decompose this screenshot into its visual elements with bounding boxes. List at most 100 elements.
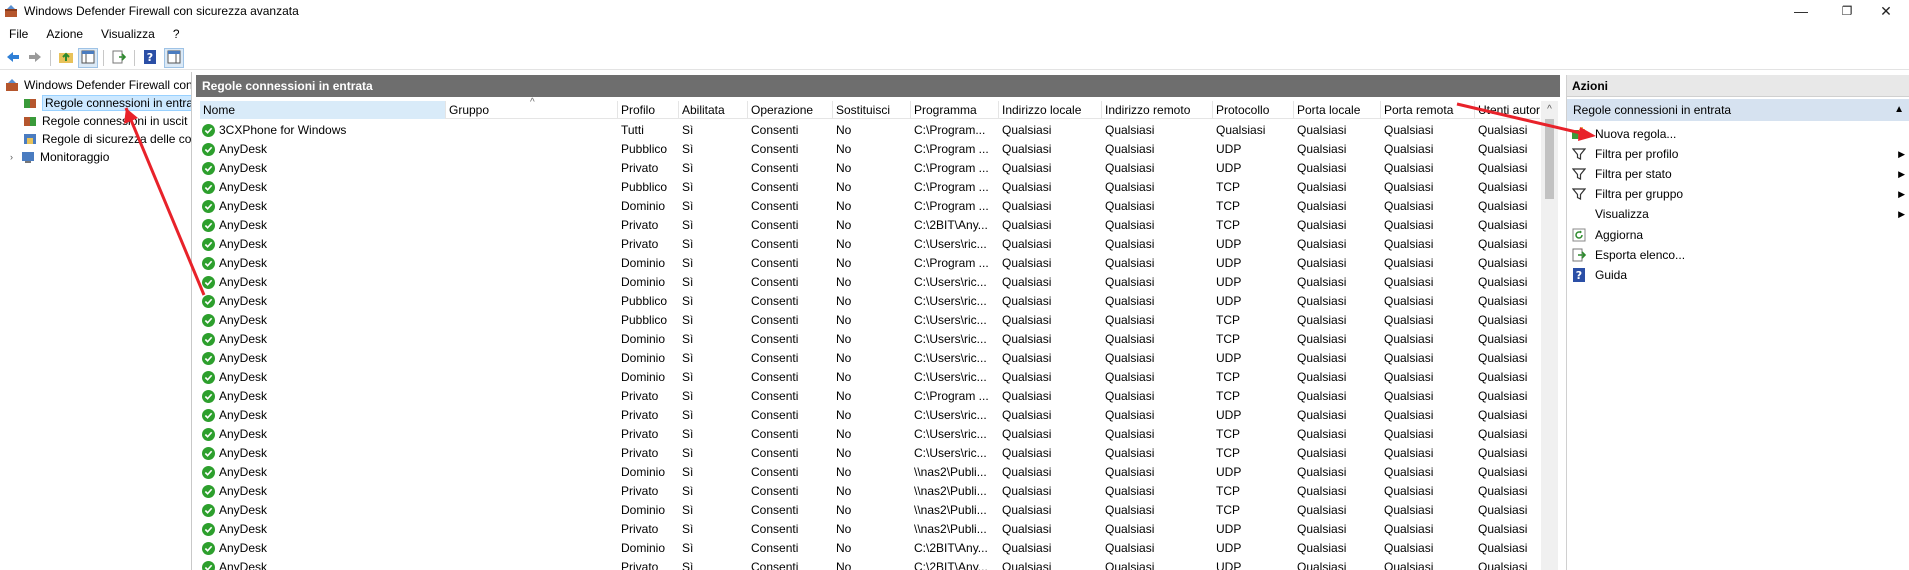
cell-nome: AnyDesk [200, 444, 446, 463]
table-row[interactable]: AnyDesk Dominio Sì Consenti No C:\Users\ric..… [200, 273, 1540, 292]
action-label: Visualizza [1595, 207, 1649, 221]
table-row[interactable]: AnyDesk Privato Sì Consenti No C:\Users\ric..… [200, 235, 1540, 254]
col-indirizzo-locale[interactable]: Indirizzo locale [999, 101, 1102, 119]
column-headers: Nome Gruppo ^ Profilo Abilitata Operazio… [200, 97, 1540, 119]
cell-profilo: Privato [621, 484, 659, 498]
cell-porta-locale: Qualsiasi [1297, 199, 1347, 213]
table-row[interactable]: AnyDesk Dominio Sì Consenti No C:\2BIT\Any...… [200, 539, 1540, 558]
table-row[interactable]: AnyDesk Dominio Sì Consenti No C:\Users\ric..… [200, 349, 1540, 368]
table-row[interactable]: AnyDesk Pubblico Sì Consenti No C:\Program ..… [200, 140, 1540, 159]
col-profilo[interactable]: Profilo [618, 101, 679, 119]
cell-sostituisci: No [836, 199, 852, 213]
table-row[interactable]: AnyDesk Privato Sì Consenti No C:\2BIT\Any...… [200, 558, 1540, 570]
table-row[interactable]: AnyDesk Privato Sì Consenti No C:\Users\ric..… [200, 406, 1540, 425]
table-row[interactable]: AnyDesk Privato Sì Consenti No \\nas2\Publi..… [200, 520, 1540, 539]
table-row[interactable]: AnyDesk Dominio Sì Consenti No C:\Users\ric..… [200, 330, 1540, 349]
col-porta-remota[interactable]: Porta remota [1381, 101, 1475, 119]
table-row[interactable]: AnyDesk Dominio Sì Consenti No C:\Program ...… [200, 197, 1540, 216]
menu-file[interactable]: File [0, 24, 37, 44]
table-row[interactable]: AnyDesk Privato Sì Consenti No C:\Program ...… [200, 387, 1540, 406]
cell-nome: AnyDesk [200, 463, 446, 482]
action-label: Esporta elenco... [1595, 248, 1686, 262]
table-row[interactable]: AnyDesk Pubblico Sì Consenti No C:\Program ..… [200, 178, 1540, 197]
table-row[interactable]: AnyDesk Privato Sì Consenti No C:\2BIT\Any...… [200, 216, 1540, 235]
cell-abilitata: Sì [682, 503, 694, 517]
cell-protocollo: TCP [1216, 199, 1240, 213]
tree-root[interactable]: Windows Defender Firewall con [4, 76, 191, 94]
cell-gruppo [446, 235, 618, 254]
expand-chevron-icon[interactable]: › [10, 152, 20, 162]
table-row[interactable]: AnyDesk Pubblico Sì Consenti No C:\Users\ric.… [200, 311, 1540, 330]
rule-name: AnyDesk [219, 503, 268, 517]
cell-indirizzo-remoto: Qualsiasi [1105, 332, 1155, 346]
col-operazione[interactable]: Operazione [748, 101, 833, 119]
actions-section-inbound[interactable]: Regole connessioni in entrata ▲ [1567, 99, 1909, 121]
scroll-up-icon[interactable]: ^ [1541, 101, 1558, 118]
action-esporta-elenco[interactable]: Esporta elenco... [1571, 245, 1907, 265]
export-list-button[interactable] [109, 48, 129, 68]
scroll-thumb[interactable] [1545, 119, 1554, 199]
col-abilitata[interactable]: Abilitata [679, 101, 748, 119]
export-icon [111, 49, 127, 68]
cell-porta-remota: Qualsiasi [1384, 218, 1434, 232]
cell-utenti-autorizzati: Qualsiasi [1478, 465, 1528, 479]
up-level-button[interactable] [56, 48, 76, 68]
minimize-button[interactable]: — [1778, 0, 1824, 22]
show-hide-action-pane-button[interactable] [164, 48, 184, 68]
col-indirizzo-remoto[interactable]: Indirizzo remoto [1102, 101, 1213, 119]
cell-sostituisci: No [836, 275, 852, 289]
table-row[interactable]: 3CXPhone for Windows Tutti Sì Consenti No C:\… [200, 121, 1540, 140]
tree-item-outbound-rules[interactable]: Regole connessioni in uscit [22, 112, 187, 130]
show-hide-tree-button[interactable] [78, 48, 98, 68]
action-guida[interactable]: ? Guida [1571, 265, 1907, 285]
rule-name: AnyDesk [219, 465, 268, 479]
table-row[interactable]: AnyDesk Dominio Sì Consenti No \\nas2\Publi..… [200, 501, 1540, 520]
action-filtra-per-stato[interactable]: Filtra per stato ▶ [1571, 164, 1907, 184]
table-row[interactable]: AnyDesk Dominio Sì Consenti No C:\Users\ric..… [200, 368, 1540, 387]
menu-azione[interactable]: Azione [37, 24, 92, 44]
table-row[interactable]: AnyDesk Pubblico Sì Consenti No C:\Users\ric.… [200, 292, 1540, 311]
cell-utenti-autorizzati: Qualsiasi [1478, 275, 1528, 289]
actions-pane: Azioni Regole connessioni in entrata ▲ N… [1566, 75, 1909, 570]
help-button[interactable]: ? [140, 48, 160, 68]
forward-button[interactable] [25, 48, 45, 68]
tree-item-monitoring[interactable]: › Monitoraggio [10, 148, 109, 166]
cell-operazione: Consenti [751, 294, 799, 308]
menu-visualizza[interactable]: Visualizza [92, 24, 164, 44]
action-aggiorna[interactable]: Aggiorna [1571, 225, 1907, 245]
cell-operazione: Consenti [751, 180, 799, 194]
table-row[interactable]: AnyDesk Privato Sì Consenti No C:\Program ...… [200, 159, 1540, 178]
cell-operazione: Consenti [751, 161, 799, 175]
col-utenti-autorizzati[interactable]: Utenti autor [1475, 101, 1540, 119]
col-programma[interactable]: Programma [911, 101, 999, 119]
table-row[interactable]: AnyDesk Dominio Sì Consenti No \\nas2\Publi..… [200, 463, 1540, 482]
close-button[interactable]: ✕ [1863, 0, 1909, 22]
menu-help[interactable]: ? [164, 24, 189, 44]
cell-profilo: Privato [621, 522, 659, 536]
col-nome[interactable]: Nome [200, 101, 446, 119]
back-button[interactable] [3, 48, 23, 68]
action-visualizza[interactable]: Visualizza ▶ [1571, 204, 1907, 224]
action-filtra-per-profilo[interactable]: Filtra per profilo ▶ [1571, 144, 1907, 164]
collapse-icon[interactable]: ▲ [1894, 99, 1904, 121]
table-row[interactable]: AnyDesk Privato Sì Consenti No C:\Users\ric..… [200, 425, 1540, 444]
cell-programma: C:\Users\ric... [914, 408, 987, 422]
cell-operazione: Consenti [751, 541, 799, 555]
rule-name: AnyDesk [219, 237, 268, 251]
table-row[interactable]: AnyDesk Privato Sì Consenti No \\nas2\Publi..… [200, 482, 1540, 501]
cell-porta-locale: Qualsiasi [1297, 446, 1347, 460]
table-row[interactable]: AnyDesk Dominio Sì Consenti No C:\Program ...… [200, 254, 1540, 273]
cell-porta-remota: Qualsiasi [1384, 237, 1434, 251]
col-protocollo[interactable]: Protocollo [1213, 101, 1294, 119]
vertical-scrollbar[interactable]: ^ [1541, 101, 1558, 570]
cell-porta-remota: Qualsiasi [1384, 427, 1434, 441]
col-porta-locale[interactable]: Porta locale [1294, 101, 1381, 119]
action-filtra-per-gruppo[interactable]: Filtra per gruppo ▶ [1571, 184, 1907, 204]
tree-item-inbound-rules[interactable]: Regole connessioni in entra [22, 94, 191, 112]
cell-abilitata: Sì [682, 199, 694, 213]
col-sostituisci[interactable]: Sostituisci [833, 101, 911, 119]
action-nuova-regola[interactable]: Nuova regola... [1571, 124, 1907, 144]
table-row[interactable]: AnyDesk Privato Sì Consenti No C:\Users\ric..… [200, 444, 1540, 463]
rule-name: 3CXPhone for Windows [219, 123, 347, 137]
tree-item-security-rules[interactable]: Regole di sicurezza delle co [22, 130, 191, 148]
